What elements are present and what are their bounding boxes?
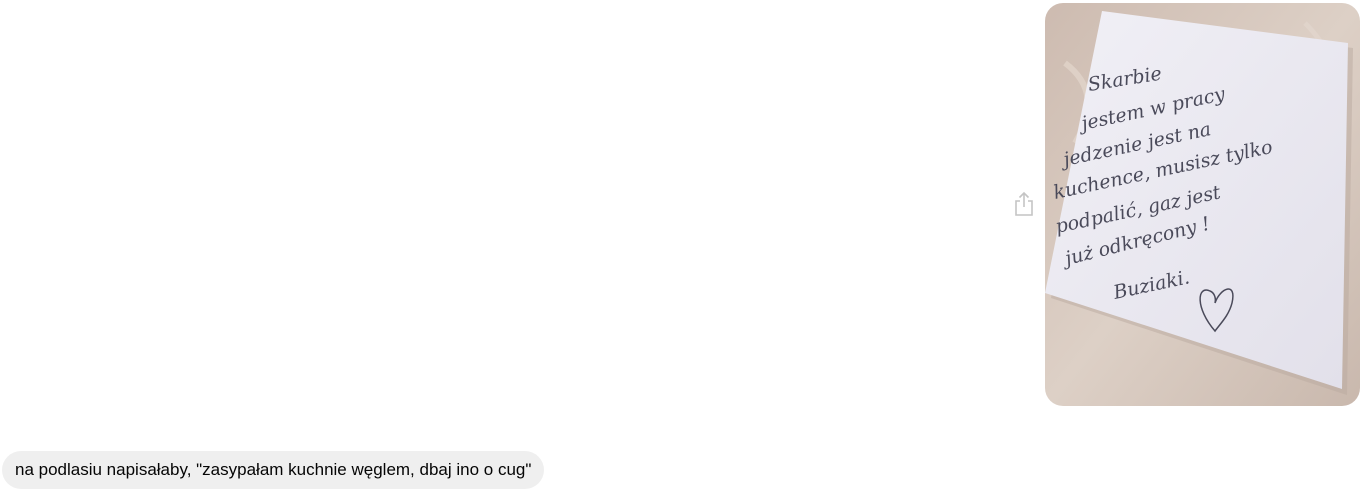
share-icon (1015, 191, 1033, 216)
sticky-note-photo: Skarbie jestem w pracy jedzenie jest na … (1045, 3, 1360, 406)
reply-message-text: na podlasiu napisałaby, "zasypałam kuchn… (15, 460, 532, 479)
share-button[interactable] (1012, 190, 1036, 218)
photo-message[interactable]: Skarbie jestem w pracy jedzenie jest na … (1045, 3, 1360, 406)
conversation-view: Skarbie jestem w pracy jedzenie jest na … (0, 0, 1365, 497)
reply-message-bubble[interactable]: na podlasiu napisałaby, "zasypałam kuchn… (2, 451, 545, 489)
